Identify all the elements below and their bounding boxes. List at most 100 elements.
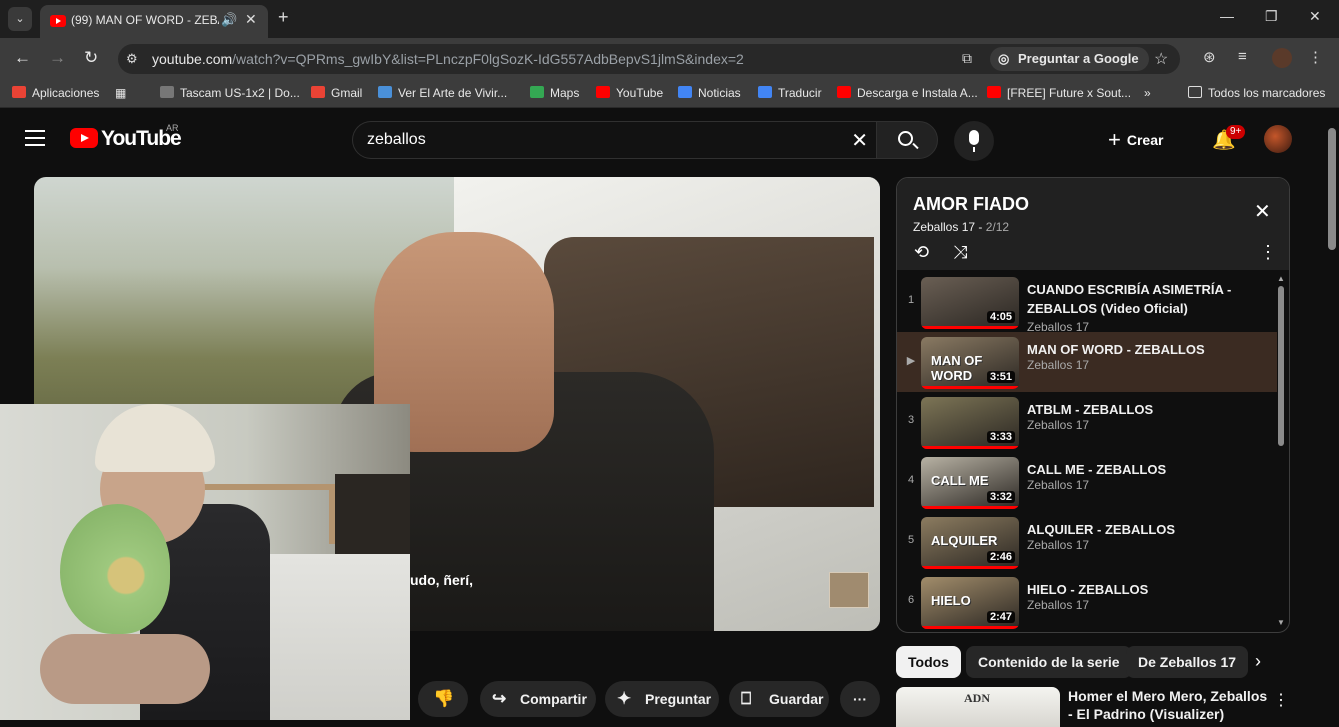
watched-progress-bar [921, 446, 1019, 449]
account-avatar[interactable] [1264, 125, 1292, 153]
bookmark-label: Tascam US-1x2 | Do... [180, 86, 300, 100]
ask-google-button[interactable]: ◎ Preguntar a Google [990, 47, 1149, 71]
youtube-favicon-icon [50, 15, 66, 27]
playlist-item[interactable]: 6 HIELO 2:47 HIELO - ZEBALLOS Zeballos 17 [897, 572, 1277, 632]
ask-button[interactable]: ✦ Preguntar [605, 681, 719, 717]
address-bar[interactable]: ⚙ youtube.com/watch?v=QPRms_gwIbY&list=P… [118, 44, 1180, 74]
site-info-icon[interactable]: ⚙ [126, 51, 138, 67]
browser-profile-avatar[interactable] [1272, 48, 1292, 68]
playlist-more-icon[interactable]: ⋮ [1259, 242, 1277, 263]
playlist-item[interactable]: 1 4:05 CUANDO ESCRIBÍA ASIMETRÍA - ZEBALLO… [897, 272, 1277, 334]
chrome-menu-icon[interactable]: ⋮ [1308, 48, 1323, 66]
playlist-title[interactable]: AMOR FIADO [913, 194, 1029, 215]
playlist-item-duration: 2:46 [986, 551, 1015, 563]
playlist-item-title[interactable]: CUANDO ESCRIBÍA ASIMETRÍA - ZEBALLOS (Vi… [1027, 280, 1267, 318]
playlist-item-thumbnail[interactable]: 3:33 [921, 397, 1019, 449]
playlist-item-title[interactable]: ATBLM - ZEBALLOS [1027, 400, 1267, 419]
playlist-item-thumbnail[interactable]: 4:05 [921, 277, 1019, 329]
back-arrow-icon[interactable]: ← [14, 48, 31, 68]
close-playlist-icon[interactable]: ✕ [1254, 199, 1271, 224]
recommended-more-icon[interactable]: ⋮ [1273, 690, 1289, 710]
more-actions-button[interactable]: ··· [840, 681, 880, 717]
bookmark-label: [FREE] Future x Sout... [1007, 86, 1132, 100]
playlist-item-channel[interactable]: Zeballos 17 [1027, 478, 1089, 492]
close-tab-icon[interactable]: ✕ [245, 11, 257, 28]
playlist-item[interactable]: ▶ MAN OF WORD 3:51 MAN OF WORD - ZEBALLOS Ze… [897, 332, 1277, 392]
search-button[interactable] [876, 121, 938, 159]
clear-search-icon[interactable]: ✕ [851, 128, 868, 153]
playlist-item[interactable]: 4 CALL ME 3:32 CALL ME - ZEBALLOS Zeballos 1… [897, 452, 1277, 512]
bookmark-favicon-icon [160, 86, 174, 98]
playlist-item-thumbnail[interactable]: CALL ME 3:32 [921, 457, 1019, 509]
install-app-icon[interactable]: ⧉ [962, 50, 972, 67]
playlist-item-channel[interactable]: Zeballos 17 [1027, 418, 1089, 432]
chip-todos[interactable]: Todos [896, 646, 961, 678]
chips-next-icon[interactable]: › [1255, 651, 1261, 672]
scroll-down-icon[interactable]: ▼ [1277, 618, 1285, 627]
playlist-item-thumbnail[interactable]: ALQUILER 2:46 [921, 517, 1019, 569]
bookmark-traducir[interactable]: Traducir [758, 86, 822, 100]
search-input[interactable]: zeballos ✕ [352, 121, 876, 159]
close-window-icon[interactable]: ✕ [1309, 8, 1321, 25]
bookmark-star-icon[interactable]: ☆ [1154, 49, 1168, 69]
create-button[interactable]: + Crear [1108, 127, 1163, 153]
chip-de-zeballos[interactable]: De Zeballos 17 [1126, 646, 1249, 678]
playlist-item[interactable]: 3 3:33 ATBLM - ZEBALLOS Zeballos 17 [897, 392, 1277, 452]
playlist-position: 2/12 [985, 220, 1010, 234]
bookmark-free-future[interactable]: [FREE] Future x Sout... [987, 86, 1131, 100]
recommended-title[interactable]: Homer el Mero Mero, Zeballos - El Padrin… [1068, 687, 1268, 723]
bookmarks-overflow-button[interactable]: » [1144, 86, 1151, 100]
playlist-item-title[interactable]: MAN OF WORD - ZEBALLOS [1027, 340, 1267, 359]
reload-icon[interactable]: ↻ [84, 48, 98, 68]
save-button[interactable]: ⎕ Guardar [729, 681, 829, 717]
extension-icon[interactable]: ⊛ [1203, 48, 1216, 66]
page-scrollbar[interactable] [1328, 128, 1336, 250]
active-tab[interactable]: (99) MAN OF WORD - ZEBALLOS 🔊 ✕ [40, 5, 268, 38]
bookmark-noticias[interactable]: Noticias [678, 86, 741, 100]
bookmark-youtube[interactable]: YouTube [596, 86, 663, 100]
playlist-item-channel[interactable]: Zeballos 17 [1027, 598, 1089, 612]
forward-arrow-icon[interactable]: → [49, 48, 66, 68]
loop-icon[interactable]: ⟲ [914, 242, 929, 263]
bookmark-maps[interactable]: Maps [530, 86, 579, 100]
youtube-logo-icon[interactable] [70, 128, 98, 148]
playlist-scrollbar[interactable] [1278, 286, 1284, 446]
chip-contenido-serie[interactable]: Contenido de la serie [966, 646, 1132, 678]
apps-grid-icon [12, 86, 26, 98]
grid-icon[interactable]: ▦ [115, 86, 126, 100]
playlist-item-channel[interactable]: Zeballos 17 [1027, 538, 1089, 552]
playlist-item-thumbnail[interactable]: HIELO 2:47 [921, 577, 1019, 629]
recommended-thumbnail[interactable]: ADN [896, 687, 1060, 727]
media-control-icon[interactable]: ≡ [1238, 48, 1247, 65]
playlist-item-index: ▶ [906, 355, 916, 367]
menu-icon[interactable] [25, 130, 45, 146]
speaker-icon[interactable]: 🔊 [221, 12, 237, 28]
voice-search-button[interactable] [954, 121, 994, 161]
bookmark-label: Descarga e Instala A... [857, 86, 978, 100]
playlist-channel[interactable]: Zeballos 17 [913, 220, 975, 234]
all-bookmarks-folder[interactable]: Todos los marcadores [1188, 86, 1325, 100]
playlist-item-title[interactable]: ALQUILER - ZEBALLOS [1027, 520, 1267, 539]
playlist-item-title[interactable]: HIELO - ZEBALLOS [1027, 580, 1267, 599]
bookmark-icon: ⎕ [741, 689, 752, 708]
scroll-up-icon[interactable]: ▲ [1277, 274, 1285, 283]
url-path: /watch?v=QPRms_gwIbY&list=PLnczpF0lgSozK… [232, 51, 744, 67]
tab-search-button[interactable]: ⌄ [8, 7, 32, 31]
playlist-item-title[interactable]: CALL ME - ZEBALLOS [1027, 460, 1267, 479]
playlist-item[interactable]: 5 ALQUILER 2:46 ALQUILER - ZEBALLOS Zeballos… [897, 512, 1277, 572]
url-text[interactable]: youtube.com/watch?v=QPRms_gwIbY&list=PLn… [152, 51, 744, 67]
new-tab-button[interactable]: + [278, 7, 289, 28]
restore-icon[interactable]: ❐ [1265, 8, 1278, 25]
share-button[interactable]: ↪ Compartir [480, 681, 596, 717]
bookmark-tascam[interactable]: Tascam US-1x2 | Do... [160, 86, 300, 100]
dislike-button[interactable]: 👎 [418, 681, 468, 717]
bookmark-apps[interactable]: Aplicaciones [12, 86, 99, 100]
bookmark-label: Maps [550, 86, 580, 100]
bookmark-descarga[interactable]: Descarga e Instala A... [837, 86, 978, 100]
playlist-item-thumbnail[interactable]: MAN OF WORD 3:51 [921, 337, 1019, 389]
minimize-icon[interactable]: — [1220, 8, 1234, 24]
playlist-item-channel[interactable]: Zeballos 17 [1027, 358, 1089, 372]
bookmark-arte-de-vivir[interactable]: Ver El Arte de Vivir... [378, 86, 507, 100]
bookmark-gmail[interactable]: Gmail [311, 86, 362, 100]
shuffle-icon[interactable]: ⤨ [953, 242, 967, 263]
